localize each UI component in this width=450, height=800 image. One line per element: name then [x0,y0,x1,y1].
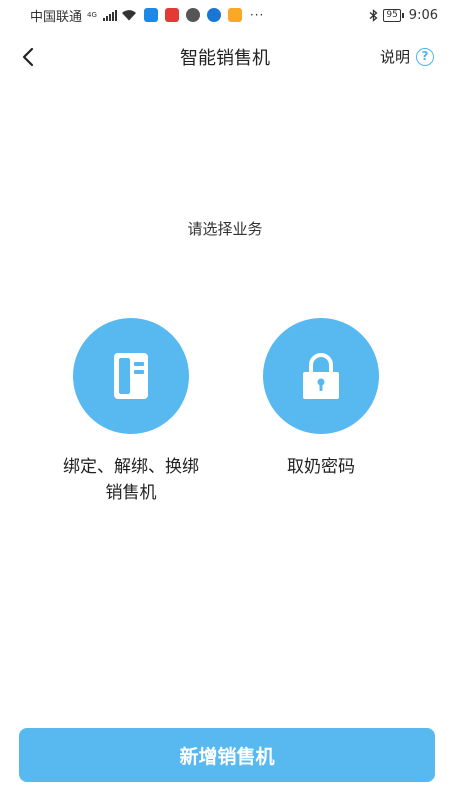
vending-machine-icon [114,353,148,399]
more-notifications-icon: ··· [249,8,265,22]
browser-app-icon [185,8,200,22]
battery-level: 95 [383,8,401,22]
milk-code-option[interactable]: 取奶密码 [236,318,406,480]
milk-code-option-label: 取奶密码 [236,454,406,480]
lock-icon [303,353,339,399]
zhihu-app-icon [143,8,158,22]
signal-icon [102,9,117,21]
app-header: 智能销售机 说明 ? [0,30,450,84]
carrier-name: 中国联通 [30,9,83,25]
add-machine-button[interactable]: 新增销售机 [19,728,435,782]
bind-machine-option[interactable]: 绑定、解绑、换绑 销售机 [46,318,216,506]
shield-app-icon [206,8,221,22]
milk-code-option-circle[interactable] [263,318,379,434]
clock: 9:06 [408,7,438,23]
network-type: 4G [87,11,97,19]
wifi-icon [121,9,137,21]
select-business-prompt: 请选择业务 [187,220,263,238]
question-icon: ? [416,47,434,66]
page-title: 智能销售机 [180,48,270,69]
news-app-icon [164,8,179,22]
bind-option-label-line2: 销售机 [105,483,157,503]
bind-option-circle[interactable] [73,318,189,434]
status-right: 95 9:06 [369,8,438,23]
bind-option-label-line1: 绑定、解绑、换绑 [63,457,199,477]
help-button[interactable]: 说明 ? [380,46,434,67]
wallet-app-icon [227,8,242,22]
back-icon[interactable] [16,44,42,70]
bluetooth-icon [369,8,378,22]
status-bar: 中国联通 4G ··· 95 9:06 [0,0,450,30]
battery-icon: 95 [383,8,404,22]
bind-option-label: 绑定、解绑、换绑 销售机 [46,454,216,506]
help-label: 说明 [379,48,410,66]
milk-code-option-label-line1: 取奶密码 [287,457,355,477]
status-left: 中国联通 4G ··· [30,6,264,25]
